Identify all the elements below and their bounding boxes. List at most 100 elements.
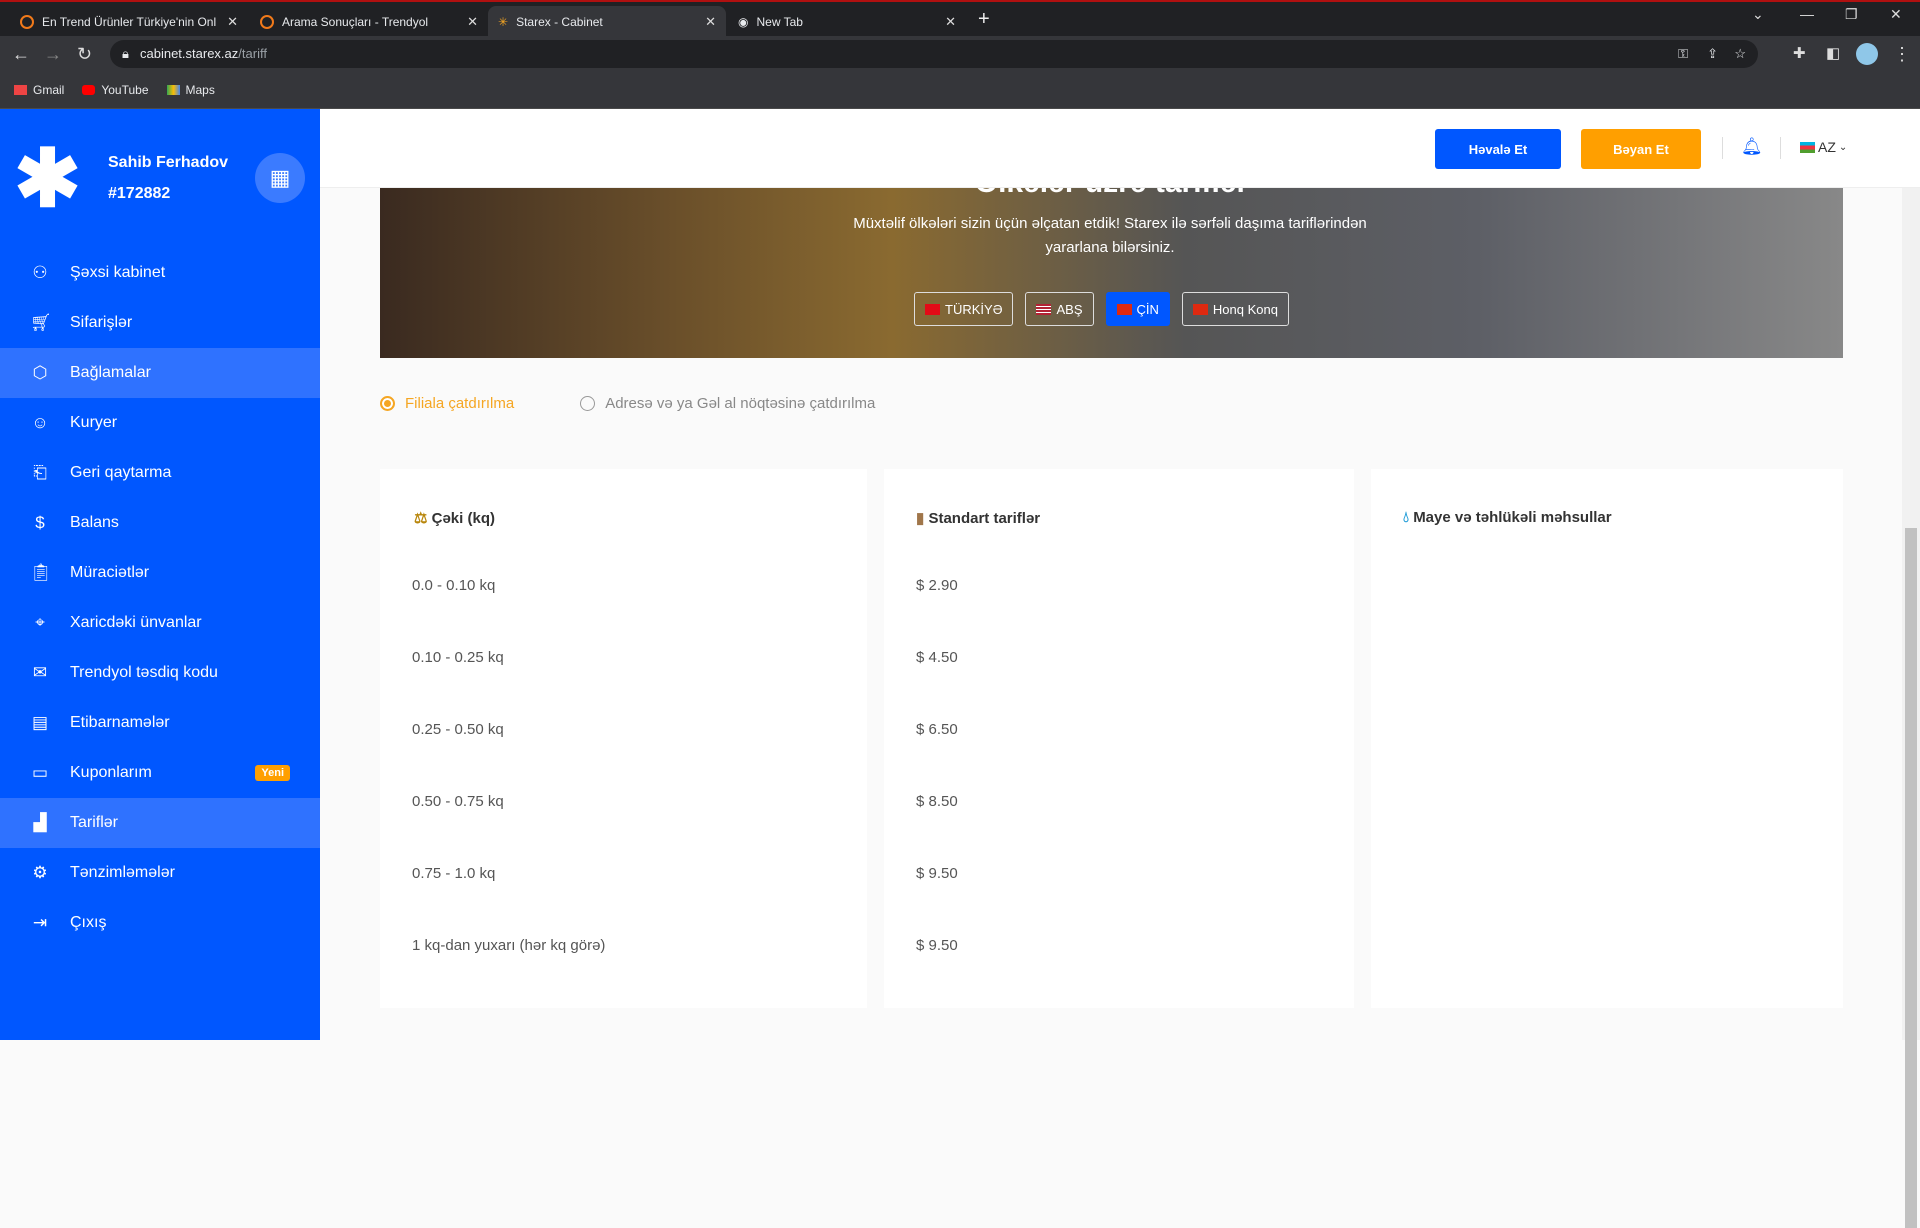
droplet-icon: 💧︎ — [1403, 509, 1410, 526]
minimize-icon[interactable]: — — [1800, 6, 1814, 22]
usa-flag-icon — [1036, 303, 1052, 315]
user-name: Sahib Ferhadov — [108, 154, 229, 171]
sidebar-item-12[interactable]: ⚙ Tənzimləmələr — [0, 848, 320, 898]
weight-range: 0.10 - 0.25 kq — [412, 649, 504, 666]
weight-range: 0.25 - 0.50 kq — [412, 721, 504, 738]
sidebar-item-13[interactable]: ⇥ Çıxış — [0, 898, 320, 948]
extensions-icon[interactable]: ✚ — [1793, 44, 1806, 62]
close-tab-icon[interactable]: ✕ — [705, 14, 716, 30]
delivery-options: Filiala çatdırılma Adresə və ya Gəl al n… — [380, 395, 875, 412]
bookmark-maps[interactable]: Maps — [166, 83, 215, 97]
standard-title: ▮ Standart tariflər — [916, 510, 1041, 527]
back-icon[interactable]: ← — [12, 44, 30, 65]
lock-icon: 🔒︎ — [122, 46, 129, 61]
profile-avatar[interactable] — [1856, 43, 1878, 65]
coupon-icon: ▭ — [31, 763, 49, 782]
standard-price: $ 2.90 — [916, 577, 958, 594]
tariff-banner: Ölkələr üzrə tariflər Müxtəlif ölkələri … — [380, 166, 1843, 358]
radio-unselected — [580, 396, 596, 411]
clipboard-icon: 📋︎ — [30, 563, 52, 582]
bell-icon[interactable]: 🔔︎ — [1741, 137, 1763, 157]
qr-code-button[interactable]: ▦ — [255, 153, 305, 203]
gear-icon: ⚙ — [32, 863, 48, 882]
browser-tab[interactable]: Arama Sonuçları - Trendyol ✕ — [250, 6, 488, 38]
chevron-down-icon: ⌄ — [1838, 141, 1848, 153]
courier-icon: ☺ — [31, 413, 49, 432]
scrollbar-thumb[interactable] — [1905, 528, 1917, 1228]
weight-range: 0.75 - 1.0 kq — [412, 865, 496, 882]
close-tab-icon[interactable]: ✕ — [227, 14, 238, 30]
sidebar: ✱ Sahib Ferhadov #172882 ▦ ⚇ Şəxsi kabine… — [0, 109, 320, 1040]
china-flag-icon — [1116, 303, 1132, 315]
trendyol-favicon-icon — [20, 15, 34, 29]
havale-button[interactable]: Həvalə Et — [1435, 129, 1561, 169]
sidebar-item-8[interactable]: ✉ Trendyol təsdiq kodu — [0, 648, 320, 698]
side-panel-icon[interactable]: ◧ — [1826, 44, 1840, 62]
browser-tab-active[interactable]: ✳ Starex - Cabinet ✕ — [488, 6, 726, 38]
sidebar-item-10[interactable]: ▭ Kuponlarım Yeni — [0, 748, 320, 798]
delivery-branch-radio[interactable]: Filiala çatdırılma — [380, 395, 514, 412]
bookmark-star-icon[interactable]: ☆ — [1734, 46, 1746, 62]
logout-icon: ⇥ — [32, 913, 48, 932]
country-cin-button[interactable]: ÇİN — [1105, 292, 1170, 326]
banner-subtitle: Müxtəlif ölkələri sizin üçün əlçatan etd… — [853, 215, 1367, 256]
divider — [1722, 137, 1723, 159]
liquid-title: 💧︎ Maye və təhlükəli məhsullar — [1403, 509, 1612, 526]
share-icon[interactable]: ⇪ — [1707, 46, 1718, 62]
sidebar-item-0[interactable]: ⚇ Şəxsi kabinet — [0, 248, 320, 298]
weight-title: ⚖ Çəki (kq) — [414, 510, 495, 527]
bookmark-gmail[interactable]: Gmail — [14, 83, 64, 97]
forward-icon[interactable]: → — [44, 44, 62, 65]
close-tab-icon[interactable]: ✕ — [467, 14, 478, 30]
sidebar-item-4[interactable]: ⎗ Geri qaytarma — [0, 448, 320, 498]
sidebar-item-6[interactable]: 📋︎ Müraciətlər — [0, 548, 320, 598]
sidebar-item-11[interactable]: ▟ Tariflər — [0, 798, 320, 848]
new-badge: Yeni — [255, 765, 290, 781]
key-icon[interactable]: ⚿ — [1678, 46, 1688, 62]
country-honq-konq-button[interactable]: Honq Konq — [1181, 292, 1289, 326]
sidebar-item-9[interactable]: ▤ Etibarnamələr — [0, 698, 320, 748]
sidebar-item-3[interactable]: ☺ Kuryer — [0, 398, 320, 448]
browser-tab[interactable]: ◉ New Tab ✕ — [728, 6, 966, 38]
close-tab-icon[interactable]: ✕ — [945, 14, 956, 30]
new-tab-icon[interactable]: + — [978, 8, 990, 31]
close-window-icon[interactable]: ✕ — [1890, 6, 1902, 23]
country-abs-button[interactable]: ABŞ — [1025, 292, 1094, 326]
sidebar-item-5[interactable]: $ Balans — [0, 498, 320, 548]
beyan-button[interactable]: Bəyan Et — [1581, 129, 1701, 169]
sidebar-item-2[interactable]: ⬡ Bağlamalar — [0, 348, 320, 398]
weight-range: 0.50 - 0.75 kq — [412, 793, 504, 810]
standard-price: $ 4.50 — [916, 649, 958, 666]
browser-tab[interactable]: En Trend Ürünler Türkiye'nin Onl ✕ — [10, 6, 248, 38]
liquid-card: 💧︎ Maye və təhlükəli məhsullar — [1371, 469, 1843, 1008]
weight-range: 1 kq-dan yuxarı (hər kq görə) — [412, 937, 606, 954]
sidebar-item-7[interactable]: ⌖ Xaricdəki ünvanlar — [0, 598, 320, 648]
scales-icon: ⚖ — [414, 510, 428, 527]
gmail-icon — [14, 85, 27, 95]
delivery-address-radio[interactable]: Adresə və ya Gəl al nöqtəsinə çatdırılma — [580, 395, 875, 412]
sidebar-item-1[interactable]: 🛒︎ Sifarişlər — [0, 298, 320, 348]
standard-price: $ 6.50 — [916, 721, 958, 738]
box-icon: ⬡ — [32, 363, 48, 382]
starex-favicon-icon: ✳ — [498, 15, 509, 29]
bookmark-youtube[interactable]: YouTube — [82, 83, 149, 97]
menu-icon[interactable]: ⋮ — [1893, 44, 1911, 65]
chart-icon: ▟ — [33, 813, 47, 832]
hong-kong-flag-icon — [1192, 303, 1208, 315]
chrome-favicon-icon: ◉ — [738, 15, 749, 29]
restore-icon[interactable]: ❐ — [1845, 6, 1858, 23]
page-scrollbar[interactable] — [1902, 188, 1920, 1228]
top-header: Həvalə Et Bəyan Et 🔔︎ AZ ⌄ — [320, 109, 1920, 188]
browser-tab-bar: En Trend Ürünler Türkiye'nin Onl ✕ Arama … — [0, 0, 1920, 38]
trendyol-favicon-icon — [260, 15, 274, 29]
country-turkiye-button[interactable]: TÜRKİYƏ — [914, 292, 1014, 326]
reload-icon[interactable]: ↻ — [77, 44, 92, 65]
url-input[interactable]: 🔒︎ cabinet.starex.az/tariff ⚿ ⇪ ☆ — [110, 40, 1758, 68]
starex-logo[interactable]: ✱ — [14, 139, 81, 219]
language-selector[interactable]: AZ ⌄ — [1800, 139, 1847, 155]
standard-price: $ 9.50 — [916, 937, 958, 954]
address-bar-row: ← → ↻ 🔒︎ cabinet.starex.az/tariff ⚿ ⇪ ☆ ✚ ◧… — [0, 36, 1920, 72]
turkey-flag-icon — [925, 303, 941, 315]
tab-search-icon[interactable]: ⌄ — [1752, 6, 1764, 23]
return-icon: ⎗ — [33, 463, 47, 482]
